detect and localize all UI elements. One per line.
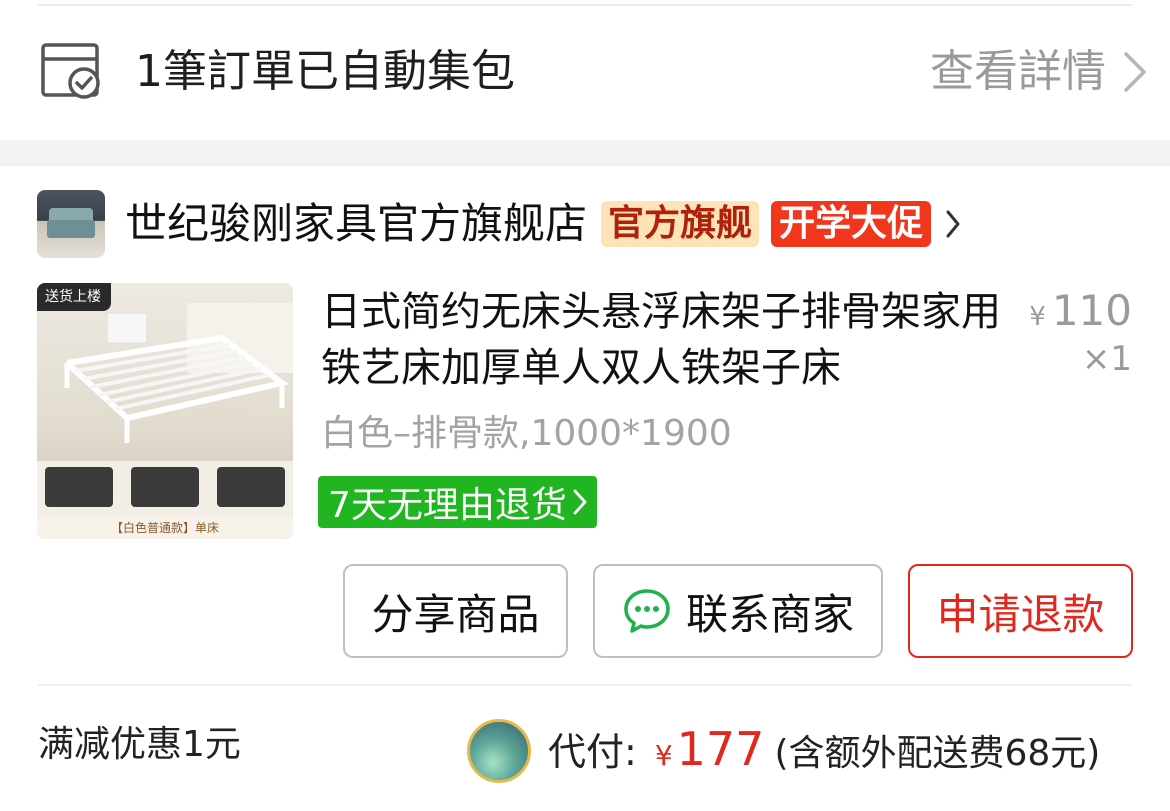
thumb-detail-3 — [217, 467, 285, 507]
request-refund-label: 申请退款 — [936, 589, 1105, 639]
pay-amount: 177 — [676, 722, 765, 776]
share-product-label: 分享商品 — [371, 589, 540, 639]
product-price: ¥ 110 — [1029, 286, 1132, 335]
chevron-right-icon — [1124, 52, 1146, 92]
promo-badge: 开学大促 — [771, 201, 932, 247]
view-details-link[interactable]: 查看詳情 — [930, 44, 1148, 100]
delivery-tag: 送货上楼 — [37, 283, 111, 311]
price-symbol: ¥ — [1029, 302, 1046, 332]
product-spec: 白色–排骨款,1000*1900 — [321, 413, 732, 454]
contact-seller-label: 联系商家 — [685, 589, 854, 639]
package-status-text: 1筆訂單已自動集包 — [135, 46, 515, 97]
store-header[interactable]: 世纪骏刚家具官方旗舰店 官方旗舰 开学大促 — [37, 190, 961, 258]
product-thumbnail[interactable]: 送货上楼 【白色普通款】单床 — [37, 283, 293, 539]
thumb-caption: 【白色普通款】单床 — [37, 517, 293, 539]
product-quantity: ×1 — [1081, 339, 1132, 379]
return-policy-label: 7天无理由退货 — [328, 485, 567, 526]
package-card: 1筆訂單已自動集包 查看詳情 — [0, 0, 1170, 140]
payer-avatar — [467, 719, 531, 783]
chat-bubble-icon — [624, 589, 670, 633]
thumb-detail-2 — [131, 467, 199, 507]
package-check-icon — [41, 43, 100, 99]
pay-label: 代付: — [548, 730, 637, 774]
store-name: 世纪骏刚家具官方旗舰店 — [125, 199, 588, 248]
payment-summary: 代付: ¥ 177 (含额外配送费68元) — [548, 721, 1100, 776]
pay-currency-symbol: ¥ — [654, 739, 673, 772]
shipping-fee-note: (含额外配送费68元) — [774, 733, 1101, 774]
official-store-badge: 官方旗舰 — [601, 201, 760, 247]
order-card: 世纪骏刚家具官方旗舰店 官方旗舰 开学大促 送货上楼 【白色普通款】单床 日式简… — [0, 166, 1170, 811]
divider — [38, 4, 1132, 6]
view-details-label: 查看詳情 — [930, 46, 1106, 97]
share-product-button[interactable]: 分享商品 — [343, 564, 568, 658]
request-refund-button[interactable]: 申请退款 — [908, 564, 1133, 658]
chevron-right-icon — [946, 210, 960, 238]
price-value: 110 — [1051, 286, 1132, 335]
store-logo — [37, 190, 105, 258]
contact-seller-button[interactable]: 联系商家 — [593, 564, 883, 658]
product-title[interactable]: 日式简约无床头悬浮床架子排骨架家用铁艺床加厚单人双人铁架子床 — [321, 284, 1001, 396]
return-policy-tag[interactable]: 7天无理由退货 — [318, 476, 597, 528]
chevron-right-icon — [573, 489, 587, 515]
thumb-detail-1 — [45, 467, 113, 507]
divider — [38, 684, 1132, 686]
discount-text: 满减优惠1元 — [38, 724, 241, 765]
